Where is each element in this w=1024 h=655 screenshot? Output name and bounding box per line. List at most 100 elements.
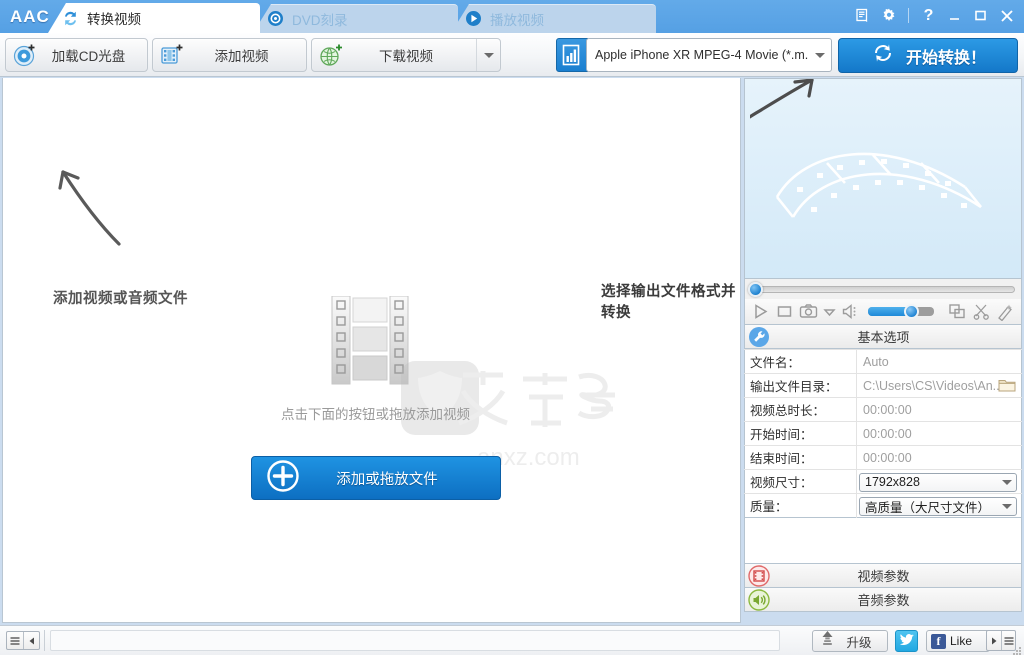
format-profile-icon bbox=[556, 38, 588, 72]
row-key: 视频尺寸： bbox=[744, 469, 857, 494]
add-video-label: 添加视频 bbox=[214, 49, 269, 64]
film-icon bbox=[748, 564, 770, 587]
start-convert-button[interactable]: 开始转换！ bbox=[838, 38, 1018, 73]
twitter-icon bbox=[899, 631, 915, 652]
add-video-button[interactable]: 添加视频 bbox=[152, 38, 307, 72]
video-params-label: 视频参数 bbox=[857, 569, 910, 584]
resize-grip[interactable] bbox=[1012, 643, 1022, 655]
chevron-right-icon[interactable] bbox=[987, 631, 1001, 650]
add-or-drop-files-label: 添加或拖放文件 bbox=[336, 471, 438, 488]
refresh-icon bbox=[870, 40, 896, 71]
snapshot-dropdown-icon[interactable] bbox=[823, 302, 836, 321]
drop-instruction: 点击下面的按钮或拖放添加视频 bbox=[281, 407, 470, 422]
table-row: 视频尺寸： 1792x828 bbox=[744, 469, 1022, 494]
maximize-icon[interactable] bbox=[971, 6, 990, 25]
twitter-button[interactable] bbox=[895, 630, 918, 652]
output-format-select[interactable]: Apple iPhone XR MPEG-4 Movie (*.m... bbox=[586, 38, 832, 72]
facebook-icon: f bbox=[931, 633, 946, 649]
menu-icon[interactable] bbox=[7, 632, 23, 649]
disc-icon bbox=[267, 10, 284, 27]
chevron-down-icon bbox=[815, 52, 825, 58]
effects-icon[interactable] bbox=[996, 302, 1015, 322]
seek-handle[interactable] bbox=[748, 282, 763, 297]
help-icon[interactable]: ? bbox=[919, 6, 938, 25]
row-key: 结束时间： bbox=[744, 445, 857, 470]
table-row: 视频总时长： 00:00:00 bbox=[744, 397, 1022, 422]
player-controls bbox=[744, 299, 1022, 325]
quality-cell: 高质量（大尺寸文件） bbox=[856, 493, 1022, 518]
trim-icon[interactable] bbox=[972, 302, 991, 321]
gear-icon[interactable] bbox=[879, 6, 898, 25]
chevron-down-icon bbox=[483, 52, 494, 58]
volume-slider[interactable] bbox=[868, 304, 934, 319]
divider bbox=[44, 630, 45, 651]
total-duration-value: 00:00:00 bbox=[856, 397, 1022, 422]
close-icon[interactable] bbox=[997, 6, 1016, 25]
audio-params-row[interactable]: 音频参数 bbox=[744, 588, 1022, 612]
output-folder-value: C:\Users\CS\Videos\An... bbox=[863, 378, 1004, 393]
application-window: AAC 转换视频 DVD刻录 播放视频 ? 加载CD光盘 添加视频 下载视频 A… bbox=[0, 0, 1024, 655]
facebook-like-label: Like bbox=[950, 634, 973, 648]
download-video-label: 下载视频 bbox=[379, 49, 433, 64]
chevron-down-icon[interactable] bbox=[998, 479, 1016, 485]
chevron-left-icon[interactable] bbox=[23, 632, 39, 649]
wrench-icon bbox=[748, 326, 770, 348]
seek-bar[interactable] bbox=[744, 279, 1022, 299]
row-key: 输出文件目录： bbox=[744, 373, 857, 398]
add-or-drop-files-button[interactable]: 添加或拖放文件 bbox=[251, 456, 501, 500]
load-cd-button[interactable]: 加载CD光盘 bbox=[5, 38, 148, 72]
folder-icon[interactable] bbox=[998, 377, 1016, 396]
row-key: 视频总时长： bbox=[744, 397, 857, 422]
filmstrip-curve-illustration bbox=[775, 129, 995, 254]
basic-options-table: 文件名： Auto 输出文件目录： C:\Users\CS\Videos\An.… bbox=[744, 349, 1022, 518]
table-row: 开始时间： 00:00:00 bbox=[744, 421, 1022, 446]
status-message-field bbox=[50, 630, 780, 651]
tab-dvd-burn[interactable]: DVD刻录 bbox=[253, 4, 458, 33]
speaker-icon bbox=[748, 588, 770, 611]
main-toolbar: 加载CD光盘 添加视频 下载视频 Apple iPhone XR MPEG-4 … bbox=[0, 33, 1024, 77]
facebook-like-button[interactable]: f Like bbox=[926, 630, 990, 652]
upgrade-button[interactable]: 升级 bbox=[812, 630, 888, 652]
minimize-icon[interactable] bbox=[945, 6, 964, 25]
row-key: 开始时间： bbox=[744, 421, 857, 446]
chevron-down-icon[interactable] bbox=[998, 503, 1016, 509]
panel-toggle-button[interactable] bbox=[6, 631, 40, 650]
row-key: 质量： bbox=[744, 493, 857, 518]
row-key: 文件名： bbox=[744, 349, 857, 374]
end-time-field[interactable]: 00:00:00 bbox=[856, 445, 1022, 470]
globe-plus-icon bbox=[318, 42, 344, 68]
file-drop-area[interactable]: 添加视频或音频文件 anxz.com 选择输出文件格式并转换 点击下面的按钮或拖… bbox=[2, 78, 741, 623]
format-dropdown-button[interactable] bbox=[809, 52, 831, 58]
divider bbox=[908, 8, 909, 23]
volume-icon[interactable] bbox=[841, 302, 860, 321]
video-size-value: 1792x828 bbox=[865, 475, 920, 489]
quality-select[interactable]: 高质量（大尺寸文件） bbox=[859, 496, 1017, 516]
window-controls: ? bbox=[853, 6, 1016, 25]
volume-handle[interactable] bbox=[904, 304, 919, 319]
tab-convert-video[interactable]: 转换视频 bbox=[48, 3, 260, 33]
filename-field[interactable]: Auto bbox=[856, 349, 1022, 374]
snapshot-icon[interactable] bbox=[799, 302, 818, 321]
convert-icon bbox=[62, 10, 79, 27]
table-row: 文件名： Auto bbox=[744, 349, 1022, 374]
download-video-button[interactable]: 下载视频 bbox=[311, 38, 501, 72]
play-icon bbox=[465, 10, 482, 27]
video-params-row[interactable]: 视频参数 bbox=[744, 564, 1022, 588]
cd-plus-icon bbox=[12, 42, 38, 68]
load-cd-label: 加载CD光盘 bbox=[51, 49, 126, 64]
start-time-field[interactable]: 00:00:00 bbox=[856, 421, 1022, 446]
fullscreen-icon[interactable] bbox=[948, 302, 967, 321]
film-plus-icon bbox=[159, 42, 185, 68]
notes-icon[interactable] bbox=[853, 6, 872, 25]
seek-track[interactable] bbox=[755, 286, 1015, 293]
download-dropdown-button[interactable] bbox=[476, 39, 500, 71]
stop-icon[interactable] bbox=[775, 302, 794, 321]
tab-label: DVD刻录 bbox=[292, 12, 348, 28]
tab-play-video[interactable]: 播放视频 bbox=[451, 4, 656, 33]
output-folder-field[interactable]: C:\Users\CS\Videos\An... bbox=[856, 373, 1022, 398]
tab-label: 播放视频 bbox=[490, 12, 544, 28]
video-size-select[interactable]: 1792x828 bbox=[859, 472, 1017, 492]
video-preview[interactable] bbox=[744, 78, 1022, 279]
options-filler bbox=[744, 518, 1022, 564]
play-icon[interactable] bbox=[751, 302, 770, 321]
